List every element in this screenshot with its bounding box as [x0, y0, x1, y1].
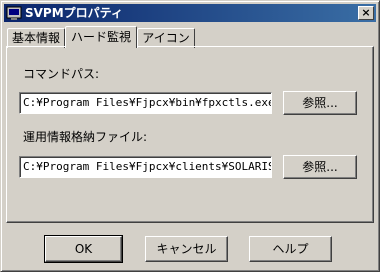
- tab-label: ハード監視: [70, 30, 131, 44]
- info-file-field[interactable]: C:¥Program Files¥Fjpcx¥clients¥SOLARIS¥j…: [19, 156, 272, 178]
- ok-button[interactable]: OK: [44, 235, 123, 263]
- command-path-label: コマンドパス:: [23, 67, 100, 81]
- window-title: SVPMプロパティ: [25, 6, 123, 20]
- app-icon: [6, 6, 22, 20]
- button-label: 参照...: [302, 96, 338, 110]
- command-browse-button[interactable]: 参照...: [283, 91, 357, 115]
- tab-label: 基本情報: [11, 31, 60, 45]
- button-label: 参照...: [302, 160, 338, 174]
- help-button[interactable]: ヘルプ: [249, 236, 332, 262]
- tab-basic-info[interactable]: 基本情報: [7, 28, 65, 48]
- tab-label: アイコン: [142, 31, 190, 45]
- info-file-label: 運用情報格納ファイル:: [23, 130, 148, 144]
- tab-icon[interactable]: アイコン: [137, 28, 195, 48]
- title-bar[interactable]: SVPMプロパティ ×: [4, 4, 376, 22]
- button-label: OK: [74, 242, 93, 256]
- info-browse-button[interactable]: 参照...: [283, 155, 357, 179]
- tab-hardware-monitor[interactable]: ハード監視: [65, 26, 137, 48]
- close-icon: ×: [361, 6, 371, 19]
- button-label: ヘルプ: [272, 242, 309, 256]
- close-button[interactable]: ×: [358, 6, 374, 20]
- properties-dialog: SVPMプロパティ × 基本情報 ハード監視 アイコン コマンドパス: C:¥P…: [0, 0, 380, 272]
- command-path-field[interactable]: C:¥Program Files¥Fjpcx¥bin¥fpxctls.exe: [19, 92, 272, 114]
- cancel-button[interactable]: キャンセル: [145, 236, 228, 262]
- button-label: キャンセル: [156, 242, 217, 256]
